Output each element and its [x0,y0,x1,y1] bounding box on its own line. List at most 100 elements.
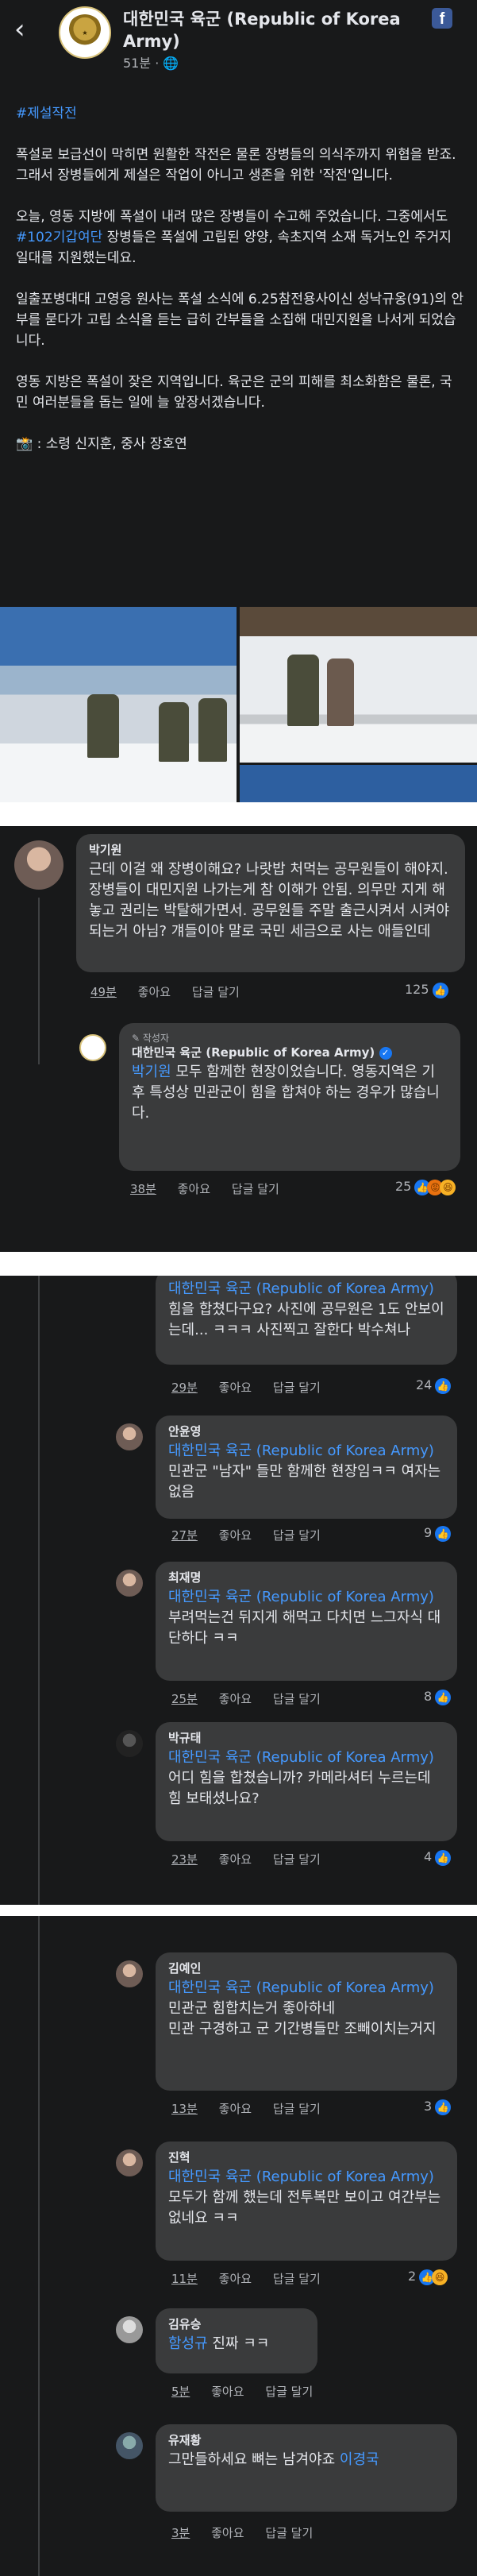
like-button[interactable]: 좋아요 [219,2102,252,2116]
comments-screen-1: 박기원 근데 이걸 왜 장병이해요? 나랏밥 처먹는 공무원들이 해야지. 장병… [0,826,477,1252]
photo-strip[interactable] [240,763,477,802]
comment-time[interactable]: 11분 [171,2272,198,2286]
like-button[interactable]: 좋아요 [211,2385,244,2399]
mention-link[interactable]: 대한민국 육군 (Republic of Korea Army) [168,1442,434,1459]
reaction-count[interactable]: 2 👍 😆 [408,2269,448,2285]
comment-time[interactable]: 29분 [171,1381,198,1395]
photo-snow-house[interactable] [0,607,237,802]
commenter-name[interactable]: 최재명 [168,1570,444,1585]
avatar[interactable] [14,840,63,890]
reply-button[interactable]: 답글 달기 [232,1182,279,1196]
reaction-count[interactable]: 8 👍 [424,1689,452,1705]
reaction-count[interactable]: 24 👍 [416,1377,452,1394]
commenter-name[interactable]: 진혁 [168,2149,444,2165]
comment-text: 대한민국 육군 (Republic of Korea Army) 부려먹는건 뒤… [168,1587,444,1649]
avatar[interactable] [116,2149,143,2176]
reaction-count-value: 3 [424,2099,433,2114]
reply-bubble: 최재명 대한민국 육군 (Republic of Korea Army) 부려먹… [156,1562,457,1681]
page-name[interactable]: 대한민국 육군 (Republic of Korea Army) [123,8,425,52]
reply-button[interactable]: 답글 달기 [265,2526,313,2540]
mention-link[interactable]: 대한민국 육군 (Republic of Korea Army) [168,1979,434,1996]
post-paragraph-3: 일출포병대대 고영응 원사는 폭설 소식에 6.25참전용사이신 성낙규옹(91… [16,292,464,349]
reaction-count[interactable]: 4 👍 [424,1849,452,1866]
comment-time[interactable]: 3분 [171,2526,190,2540]
like-button[interactable]: 좋아요 [219,2272,252,2286]
reply-text: 힘을 합쳤다구요? 사진에 공무원은 1도 안보이는데... ㅋㅋㅋ 사진찍고 … [168,1301,444,1338]
comment-actions: 3분 좋아요 답글 달기 [171,2524,330,2541]
photo-grid[interactable] [0,607,477,802]
reply-button[interactable]: 답글 달기 [265,2385,313,2399]
reply-button[interactable]: 답글 달기 [273,2272,321,2286]
thread-line [38,898,40,1064]
post-time[interactable]: 51분 [123,56,151,71]
commenter-name[interactable]: 박기원 [89,842,452,858]
mention-link[interactable]: 대한민국 육군 (Republic of Korea Army) [168,2169,434,2185]
like-reaction-icon: 👍 [435,1377,452,1394]
like-button[interactable]: 좋아요 [178,1182,210,1196]
like-button[interactable]: 좋아요 [219,1381,252,1395]
reaction-count[interactable]: 3 👍 [424,2099,452,2115]
avatar[interactable] [116,1960,143,1987]
reaction-count[interactable]: 125 👍 [405,982,448,998]
commenter-name[interactable]: 안윤영 [168,1423,444,1439]
like-button[interactable]: 좋아요 [219,1528,252,1543]
avatar[interactable] [116,2316,143,2343]
reply-button[interactable]: 답글 달기 [273,1528,321,1543]
post-meta: 51분 · 🌐 [123,52,179,71]
mention-link[interactable]: 대한민국 육군 (Republic of Korea Army) [168,1280,434,1297]
like-button[interactable]: 좋아요 [219,1852,252,1867]
back-arrow-icon[interactable]: ‹ [14,16,41,44]
like-button[interactable]: 좋아요 [138,985,171,999]
commenter-name[interactable]: 김예인 [168,1960,444,1976]
avatar[interactable] [116,1730,143,1757]
reply-button[interactable]: 답글 달기 [273,2102,321,2116]
thread-line [38,1276,40,1905]
reply-button[interactable]: 답글 달기 [192,985,240,999]
commenter-name[interactable]: 박규태 [168,1730,444,1746]
mention-link[interactable]: 이경국 [340,2451,379,2468]
army-avatar[interactable] [79,1034,106,1061]
comment-time[interactable]: 23분 [171,1852,198,1867]
thread-line [38,1916,40,2576]
commenter-name[interactable]: 김유승 [168,2316,305,2332]
elderly-figure [327,658,354,726]
unit-hashtag-link[interactable]: #102기갑여단 [16,230,102,245]
comment-time[interactable]: 5분 [171,2385,190,2399]
comment-time[interactable]: 49분 [90,985,117,999]
comment-text: 대한민국 육군 (Republic of Korea Army) 모두가 함께 … [168,2167,444,2229]
avatar[interactable] [116,1423,143,1450]
reply-button[interactable]: 답글 달기 [273,1852,321,1867]
army-logo-avatar[interactable]: ★ [59,6,111,59]
comment-text: 대한민국 육군 (Republic of Korea Army) 어디 힘을 합… [168,1748,444,1809]
like-button[interactable]: 좋아요 [219,1692,252,1706]
comment-time[interactable]: 27분 [171,1528,198,1543]
reply-bubble: 박규태 대한민국 육군 (Republic of Korea Army) 어디 … [156,1722,457,1841]
comment-time[interactable]: 25분 [171,1692,198,1706]
mention-link[interactable]: 대한민국 육군 (Republic of Korea Army) [168,1589,434,1605]
comment-time[interactable]: 38분 [130,1182,156,1196]
post-header: ‹ ★ 대한민국 육군 (Republic of Korea Army) 51분… [0,0,477,71]
reply-text: 모두 함께한 현장이었습니다. 영동지역은 기후 특성상 민관군이 힘을 합쳐야… [132,1064,440,1122]
mention-link[interactable]: 함성규 [168,2335,208,2352]
like-button[interactable]: 좋아요 [211,2526,244,2540]
avatar[interactable] [116,2432,143,2459]
hashtag-link[interactable]: #제설작전 [16,106,77,122]
soldier-figure [87,694,119,758]
reply-button[interactable]: 답글 달기 [273,1692,321,1706]
commenter-name[interactable]: 유재황 [168,2432,444,2448]
mention-link[interactable]: 박기원 [132,1064,171,1080]
reply-button[interactable]: 답글 달기 [273,1381,321,1395]
comment-time[interactable]: 13분 [171,2102,198,2116]
reaction-count[interactable]: 9 👍 [424,1525,452,1542]
reply-text: 민관군 "남자" 들만 함께한 현장임ㅋㅋ 여자는 없음 [168,1463,441,1500]
reaction-count-value: 25 [395,1179,412,1194]
reaction-count[interactable]: 25 👍 😡 😆 [395,1179,456,1195]
photo-credit: 📸 : 소령 신지훈, 중사 장호연 [16,436,187,452]
reply-bubble: 진혁 대한민국 육군 (Republic of Korea Army) 모두가 … [156,2142,457,2261]
commenter-name[interactable]: 대한민국 육군 (Republic of Korea Army) ✓ [132,1045,448,1060]
reply-text: 진짜 ㅋㅋ [207,2335,270,2352]
facebook-icon[interactable]: f [432,8,452,29]
avatar[interactable] [116,1570,143,1597]
mention-link[interactable]: 대한민국 육군 (Republic of Korea Army) [168,1749,434,1766]
like-reaction-icon: 👍 [432,982,448,998]
